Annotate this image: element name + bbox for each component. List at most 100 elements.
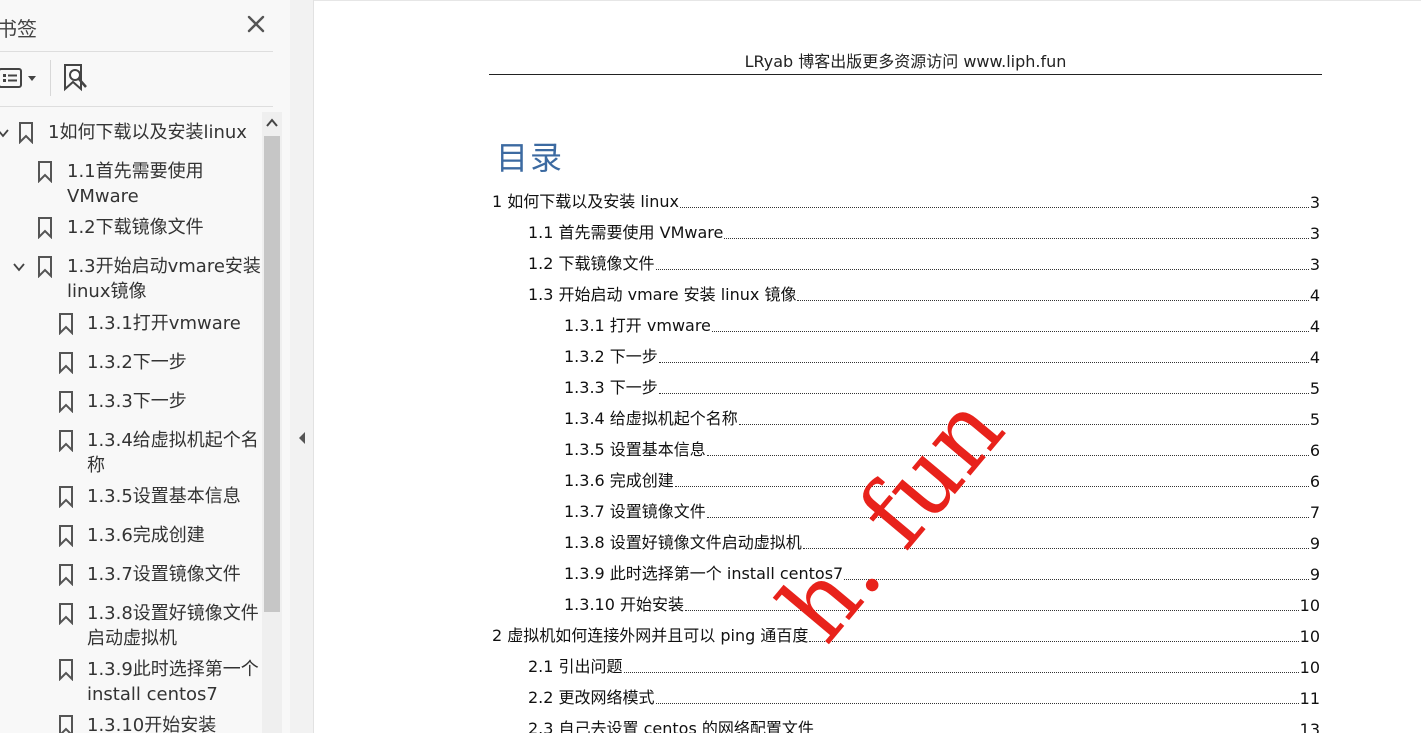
toc-entry-page: 5 <box>1309 379 1320 398</box>
toc-entry-title: 1.3 开始启动 vmare 安装 linux 镜像 <box>528 285 797 304</box>
toc-entry-page: 3 <box>1309 193 1320 212</box>
toc-leader-dots <box>809 641 1299 642</box>
bookmark-item[interactable]: 1.3.9此时选择第一个 install centos7 <box>0 657 262 707</box>
toc-entry-page: 11 <box>1299 689 1320 708</box>
panel-title: 书签 <box>0 17 37 41</box>
toc-leader-dots <box>658 362 1309 363</box>
toc-entry-title: 2 虚拟机如何连接外网并且可以 ping 通百度 <box>492 626 809 645</box>
bookmark-icon <box>38 161 52 183</box>
bookmark-label: 1.3.8设置好镜像文件 <box>87 603 259 624</box>
toc-leader-dots <box>706 517 1309 518</box>
toc-entry[interactable]: 1.1 首先需要使用 VMware 3 <box>528 221 1320 243</box>
toc-entry-page: 10 <box>1299 627 1320 646</box>
bookmark-icon <box>59 659 73 681</box>
toc-entry[interactable]: 2.3 自己去设置 centos 的网络配置文件 13 <box>528 717 1320 733</box>
toc-entry-page: 4 <box>1309 317 1320 336</box>
toc-entry[interactable]: 2.1 引出问题 10 <box>528 655 1320 677</box>
toc-entry-title: 1.3.10 开始安装 <box>564 595 684 614</box>
close-panel-button[interactable] <box>244 12 268 36</box>
toc-leader-dots <box>655 703 1299 704</box>
toc-entry-page: 10 <box>1299 658 1320 677</box>
toolbar-divider <box>0 106 273 107</box>
toc-leader-dots <box>738 424 1309 425</box>
chevron-down-icon[interactable] <box>0 126 10 140</box>
find-bookmark-icon <box>64 64 87 92</box>
page-header: LRyab 博客出版更多资源访问 www.liph.fun <box>744 52 1067 71</box>
toc-entry[interactable]: 1.3.10 开始安装 10 <box>564 593 1320 615</box>
toc-entry[interactable]: 1.2 下载镜像文件 3 <box>528 252 1320 274</box>
toc-leader-dots <box>844 579 1309 580</box>
toc-leader-dots <box>711 331 1309 332</box>
toc-entry[interactable]: 1.3.7 设置镜像文件 7 <box>564 500 1320 522</box>
collapse-panel-button[interactable] <box>290 0 314 733</box>
bookmark-icon <box>59 603 73 625</box>
bookmark-item[interactable]: 1.3.5设置基本信息 <box>0 484 262 509</box>
bookmark-item[interactable]: 1.3.4给虚拟机起个名称 <box>0 428 262 478</box>
toc-entry-page: 13 <box>1299 720 1320 733</box>
bookmark-item[interactable]: 1如何下载以及安装linux <box>0 120 262 145</box>
toc-entry-page: 10 <box>1299 596 1320 615</box>
toc-entry[interactable]: 1.3.9 此时选择第一个 install centos7 9 <box>564 562 1320 584</box>
toc-entry-page: 4 <box>1309 348 1320 367</box>
bookmark-item[interactable]: 1.1首先需要使用 VMware <box>0 159 262 209</box>
bookmark-options-button[interactable] <box>0 66 40 92</box>
bookmark-label: 1.1首先需要使用 <box>67 161 204 182</box>
bookmark-label: 称 <box>87 455 105 476</box>
toc-leader-dots <box>655 269 1309 270</box>
bookmark-item[interactable]: 1.3.3下一步 <box>0 389 262 414</box>
bookmark-label: install centos7 <box>87 684 218 705</box>
toc-entry[interactable]: 1.3.5 设置基本信息 6 <box>564 438 1320 460</box>
toc-entry[interactable]: 2 虚拟机如何连接外网并且可以 ping 通百度 10 <box>492 624 1320 646</box>
toc-entry-title: 1.3.1 打开 vmware <box>564 316 711 335</box>
toc-entry[interactable]: 1.3.1 打开 vmware 4 <box>564 314 1320 336</box>
close-icon <box>247 15 265 33</box>
toc-entry[interactable]: 1.3.2 下一步 4 <box>564 345 1320 367</box>
bookmark-tree: 1如何下载以及安装linux 1.1首先需要使用 VMware 1.2下载镜像文件 1.… <box>0 110 262 733</box>
toc-entry[interactable]: 1.3.8 设置好镜像文件启动虚拟机 9 <box>564 531 1320 553</box>
scroll-thumb[interactable] <box>264 136 280 612</box>
toc-entry[interactable]: 1 如何下载以及安装 linux 3 <box>492 190 1320 212</box>
find-bookmark-button[interactable] <box>60 62 92 94</box>
toc-entry[interactable]: 1.3.4 给虚拟机起个名称 5 <box>564 407 1320 429</box>
toc-leader-dots <box>623 672 1299 673</box>
chevron-down-icon[interactable] <box>12 260 26 274</box>
bookmark-icon <box>38 256 52 278</box>
bookmark-item[interactable]: 1.2下载镜像文件 <box>0 215 262 240</box>
toc-entry[interactable]: 1.3 开始启动 vmare 安装 linux 镜像 4 <box>528 283 1320 305</box>
toc-entry-title: 2.3 自己去设置 centos 的网络配置文件 <box>528 719 814 733</box>
bookmark-label: 1.3.7设置镜像文件 <box>87 564 241 585</box>
bookmark-icon <box>59 430 73 452</box>
bookmark-item[interactable]: 1.3.7设置镜像文件 <box>0 562 262 587</box>
bookmark-scrollbar[interactable] <box>262 112 282 733</box>
bookmark-icon <box>19 122 33 144</box>
bookmark-item[interactable]: 1.3.6完成创建 <box>0 523 262 548</box>
scroll-up-button[interactable] <box>262 112 282 134</box>
toc-leader-dots <box>684 610 1299 611</box>
toc-leader-dots <box>674 486 1309 487</box>
bookmark-item[interactable]: 1.3.1打开vmware <box>0 311 262 336</box>
bookmark-item[interactable]: 1.3开始启动vmare安装 linux镜像 <box>0 254 262 304</box>
toc-entry[interactable]: 1.3.3 下一步 5 <box>564 376 1320 398</box>
toc-leader-dots <box>802 548 1309 549</box>
page-top-border <box>314 0 1421 1</box>
toc-leader-dots <box>797 300 1309 301</box>
bookmark-label: 启动虚拟机 <box>87 628 177 649</box>
toc-title: 目录 <box>496 139 565 177</box>
toc-entry-page: 7 <box>1309 503 1320 522</box>
toc-entry[interactable]: 1.3.6 完成创建 6 <box>564 469 1320 491</box>
toc-entry[interactable]: 2.2 更改网络模式 11 <box>528 686 1320 708</box>
bookmark-item[interactable]: 1.3.8设置好镜像文件 启动虚拟机 <box>0 601 262 651</box>
toolbar-separator <box>50 60 51 96</box>
bookmark-label: 1.3.5设置基本信息 <box>87 486 241 507</box>
bookmark-icon <box>59 564 73 586</box>
bookmark-item[interactable]: 1.3.2下一步 <box>0 350 262 375</box>
bookmark-label: 1.3.10开始安装 <box>87 715 217 733</box>
bookmark-icon <box>59 313 73 335</box>
list-options-icon <box>0 68 36 88</box>
bookmark-item[interactable]: 1.3.10开始安装 <box>0 713 262 733</box>
bookmark-label: 1.3.4给虚拟机起个名 <box>87 430 259 451</box>
toc-entry-title: 1.3.5 设置基本信息 <box>564 440 706 459</box>
toc-entry-page: 6 <box>1309 441 1320 460</box>
toc-entry-page: 6 <box>1309 472 1320 491</box>
toc-entry-page: 3 <box>1309 224 1320 243</box>
